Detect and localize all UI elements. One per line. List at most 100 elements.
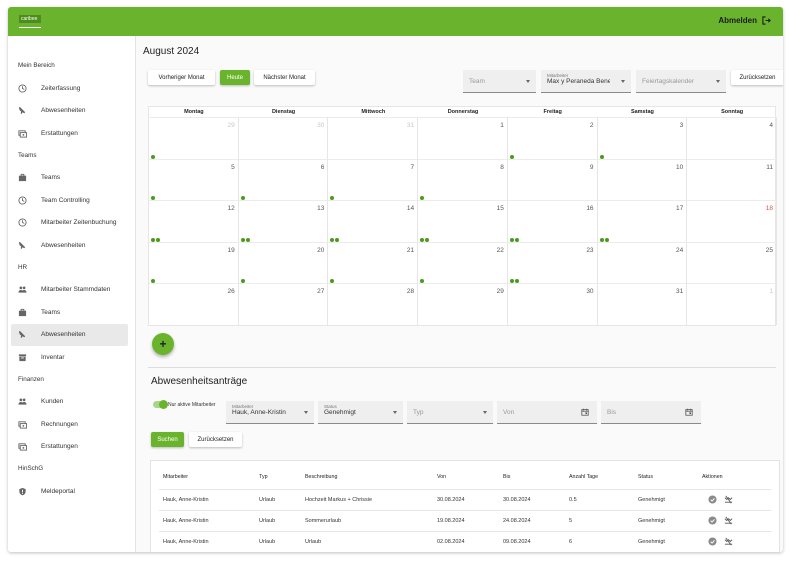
absence-marker[interactable] <box>151 237 155 242</box>
approve-icon[interactable] <box>708 516 717 525</box>
absence-marker[interactable] <box>151 196 155 200</box>
calendar-day-cell[interactable]: 6 <box>238 158 329 200</box>
calendar-day-cell[interactable]: 31 <box>328 117 419 159</box>
sidebar-item-erstattungen[interactable]: Erstattungen <box>11 122 128 144</box>
add-absence-button[interactable]: + <box>152 333 174 355</box>
calendar-day-cell[interactable]: 15 <box>418 200 508 242</box>
absence-marker[interactable] <box>599 154 604 159</box>
logout-button[interactable]: Abmelden <box>718 16 771 25</box>
absence-marker[interactable] <box>599 237 604 242</box>
calendar-day-cell[interactable]: 3 <box>597 117 688 159</box>
calendar-day-cell[interactable]: 14 <box>328 200 419 242</box>
sidebar-item-mitarbeiter-stammdaten[interactable]: Mitarbeiter Stammdaten <box>11 279 128 301</box>
status-select[interactable]: Status Genehmigt <box>318 401 403 424</box>
sidebar-item-abwesenheiten[interactable]: Abwesenheiten <box>11 323 128 346</box>
calendar-day-cell[interactable]: 17 <box>597 200 688 242</box>
calendar-day-cell[interactable]: 8 <box>418 158 508 200</box>
calendar-day-cell[interactable]: 2 <box>507 117 598 159</box>
requests-employee-select[interactable]: Mitarbeiter Hauk, Anne-Kristin <box>226 401 314 424</box>
active-employees-toggle[interactable] <box>153 400 168 409</box>
day-number: 1 <box>769 288 773 295</box>
absence-marker[interactable] <box>604 237 609 242</box>
table-cell: Genehmigt <box>638 518 665 524</box>
sidebar-item-teams[interactable]: Teams <box>11 301 128 323</box>
from-date-field[interactable]: Von <box>497 401 597 424</box>
calendar-day-cell[interactable]: 29 <box>149 117 239 159</box>
absence-marker[interactable] <box>245 237 250 242</box>
absence-marker[interactable] <box>425 237 430 242</box>
calendar-day-cell[interactable]: 21 <box>328 241 419 283</box>
absence-marker[interactable] <box>509 279 514 283</box>
calendar-day-cell[interactable]: 27 <box>238 283 329 325</box>
calendar-day-cell[interactable]: 10 <box>597 158 688 200</box>
sidebar-item-kunden[interactable]: Kunden <box>11 391 128 413</box>
calendar-day-cell[interactable]: 25 <box>687 241 777 283</box>
requests-reset-button[interactable]: Zurücksetzen <box>189 432 242 447</box>
holiday-calendar-select[interactable]: Feiertagskalender <box>636 70 726 93</box>
calendar-day-cell[interactable]: 29 <box>418 283 508 325</box>
calendar-reset-button[interactable]: Zurücksetzen <box>731 70 783 85</box>
calendar-icon[interactable] <box>685 408 693 416</box>
calendar-day-cell[interactable]: 1 <box>418 117 508 159</box>
calendar-day-cell[interactable]: 30 <box>238 117 329 159</box>
sidebar-item-inventar[interactable]: Inventar <box>11 346 128 368</box>
divider <box>148 367 776 368</box>
to-date-field[interactable]: Bis <box>601 401 701 424</box>
sidebar-item-abwesenheiten[interactable]: Abwesenheiten <box>11 100 128 122</box>
search-button[interactable]: Suchen <box>151 432 184 447</box>
absence-marker[interactable] <box>509 154 514 159</box>
calendar-day-cell[interactable]: 30 <box>507 283 598 325</box>
calendar-day-cell[interactable]: 20 <box>238 241 329 283</box>
sidebar-item-rechnungen[interactable]: Rechnungen <box>11 413 128 435</box>
sidebar-item-mitarbeiter-zeitenbuchung[interactable]: Mitarbeiter Zeitenbuchung <box>11 212 128 234</box>
calendar-day-cell[interactable]: 22 <box>418 241 508 283</box>
type-select[interactable]: Typ <box>407 401 493 424</box>
previous-month-button[interactable]: Vorheriger Monat <box>148 70 215 85</box>
calendar-day-cell[interactable]: 5 <box>149 158 239 200</box>
calendar-day-cell[interactable]: 7 <box>328 158 419 200</box>
reject-icon[interactable] <box>724 537 733 546</box>
sidebar-item-abwesenheiten[interactable]: Abwesenheiten <box>11 234 128 256</box>
calendar-day-cell[interactable]: 18 <box>687 200 777 242</box>
absence-marker[interactable] <box>420 237 425 242</box>
absence-marker[interactable] <box>509 237 514 242</box>
sidebar-item-zeiterfassung[interactable]: Zeiterfassung <box>11 77 128 99</box>
sidebar-item-team-controlling[interactable]: Team Controlling <box>11 189 128 211</box>
absence-marker[interactable] <box>240 196 245 200</box>
sidebar-item-erstattungen[interactable]: Erstattungen <box>11 436 128 458</box>
app-logo[interactable]: caribee <box>19 15 41 28</box>
employee-select[interactable]: Mitarbeiter Max y Peraneda Benedikt <box>541 70 631 93</box>
calendar-day-cell[interactable]: 13 <box>238 200 329 242</box>
calendar-day-cell[interactable]: 11 <box>687 158 777 200</box>
day-number: 28 <box>406 288 415 295</box>
approve-icon[interactable] <box>708 495 717 504</box>
calendar-day-cell[interactable]: 31 <box>597 283 688 325</box>
calendar-day-cell[interactable]: 19 <box>149 241 239 283</box>
next-month-button[interactable]: Nächster Monat <box>254 70 315 85</box>
calendar-day-cell[interactable]: 28 <box>328 283 419 325</box>
absence-marker[interactable] <box>151 279 155 283</box>
absence-marker[interactable] <box>151 154 155 159</box>
reject-icon[interactable] <box>724 516 733 525</box>
approve-icon[interactable] <box>708 537 717 546</box>
calendar-day-cell[interactable]: 1 <box>687 283 777 325</box>
calendar-day-cell[interactable]: 23 <box>507 241 598 283</box>
calendar-day-cell[interactable]: 24 <box>597 241 688 283</box>
absence-marker[interactable] <box>240 279 245 283</box>
absence-marker[interactable] <box>156 237 160 242</box>
absence-marker[interactable] <box>514 237 519 242</box>
team-select[interactable]: Team <box>463 70 536 93</box>
calendar-day-cell[interactable]: 26 <box>149 283 239 325</box>
today-button[interactable]: Heute <box>220 70 250 85</box>
day-number: 12 <box>227 205 235 212</box>
calendar-icon[interactable] <box>581 408 589 416</box>
sidebar-item-teams[interactable]: Teams <box>11 167 128 189</box>
reject-icon[interactable] <box>724 495 733 504</box>
sidebar-item-meldeportal[interactable]: Meldeportal <box>11 480 128 502</box>
calendar-day-cell[interactable]: 16 <box>507 200 598 242</box>
calendar-day-cell[interactable]: 12 <box>149 200 239 242</box>
calendar-day-cell[interactable]: 4 <box>687 117 777 159</box>
absence-marker[interactable] <box>514 279 519 283</box>
calendar-day-cell[interactable]: 9 <box>507 158 598 200</box>
absence-marker[interactable] <box>240 237 245 242</box>
